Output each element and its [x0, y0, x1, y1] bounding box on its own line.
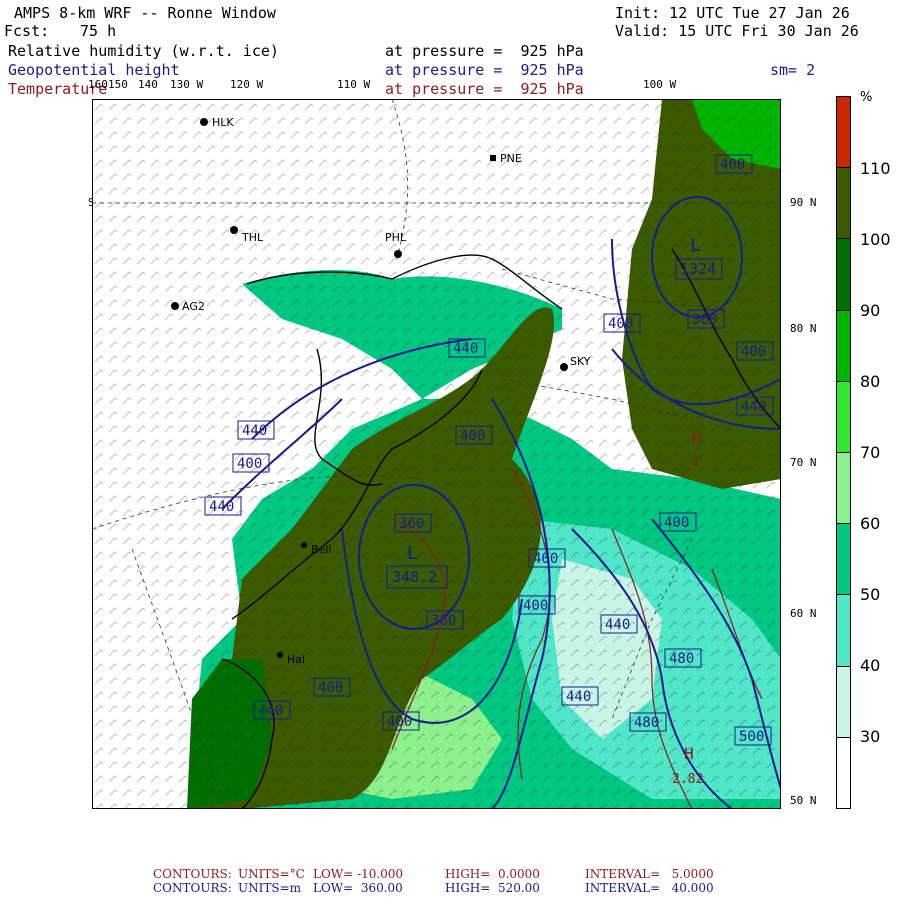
colorbar-segment [836, 452, 851, 525]
svg-text:Bell: Bell [311, 543, 331, 556]
forecast-hour: 75 h [80, 22, 117, 40]
field-relative-humidity: Relative humidity (w.r.t. ice) [8, 42, 279, 60]
lat-tick: 50 N [790, 794, 817, 807]
svg-text:-1: -1 [684, 454, 700, 469]
lon-tick: 110 W [337, 78, 371, 91]
lat-tick: 60 N [790, 607, 817, 620]
colorbar-label: 60 [860, 514, 881, 533]
svg-text:360: 360 [431, 613, 456, 629]
lon-tick: 150 [108, 78, 128, 91]
colorbar [836, 96, 851, 809]
height-contours-units: UNITS=m [238, 881, 302, 895]
colorbar-label: 90 [860, 301, 881, 320]
svg-text:L: L [407, 543, 418, 564]
svg-text:HLK: HLK [212, 116, 234, 129]
svg-text:PHL: PHL [385, 231, 407, 244]
colorbar-label: 50 [860, 585, 881, 604]
lon-tick: 100 W [643, 78, 677, 91]
svg-text:H: H [692, 429, 702, 448]
plot-title: AMPS 8-km WRF -- Ronne Window [14, 4, 276, 22]
svg-text:440: 440 [605, 617, 630, 633]
svg-text:400: 400 [720, 157, 745, 173]
svg-text:THL: THL [241, 231, 264, 244]
svg-text:400: 400 [664, 515, 689, 531]
svg-text:400: 400 [741, 344, 766, 360]
valid-time: Valid: 15 UTC Fri 30 Jan 26 [615, 22, 859, 40]
svg-text:440: 440 [258, 703, 283, 719]
svg-text:400: 400 [237, 456, 262, 472]
svg-text:400: 400 [318, 680, 343, 696]
init-time: Init: 12 UTC Tue 27 Jan 26 [615, 4, 850, 22]
lat-tick: 90 N [790, 196, 817, 209]
colorbar-segment [836, 665, 851, 738]
svg-text:500: 500 [739, 729, 764, 745]
field-geopotential-height: Geopotential height [8, 61, 180, 79]
svg-text:440: 440 [566, 689, 591, 705]
lon-tick: 130 W [170, 78, 204, 91]
svg-text:440: 440 [242, 423, 267, 439]
svg-text:348.2: 348.2 [392, 568, 437, 586]
pressure-temperature: at pressure = 925 hPa [385, 80, 584, 98]
svg-text:360: 360 [692, 312, 717, 328]
svg-text:480: 480 [669, 651, 694, 667]
lat-tick: 70 N [790, 456, 817, 469]
map-panel: 400 360 400 400 440 440 440 400 440 400 … [92, 99, 781, 809]
svg-text:400: 400 [533, 551, 558, 567]
colorbar-segment [836, 380, 851, 453]
colorbar-segment [836, 523, 851, 596]
svg-text:L: L [690, 235, 701, 256]
lon-tick: 120 W [230, 78, 264, 91]
colorbar-label: 80 [860, 372, 881, 391]
svg-text:H: H [684, 744, 694, 763]
svg-text:AG2: AG2 [182, 300, 205, 313]
height-contours-label: CONTOURS: [153, 881, 232, 895]
pressure-height: at pressure = 925 hPa [385, 61, 584, 79]
colorbar-segment [836, 594, 851, 667]
colorbar-unit: % [860, 90, 873, 105]
svg-text:1324: 1324 [680, 260, 716, 278]
smoothing-value: sm= 2 [770, 61, 816, 79]
colorbar-segment [836, 309, 851, 382]
colorbar-label: 30 [860, 727, 881, 746]
svg-text:360: 360 [399, 516, 424, 532]
temp-contours-low: LOW= -10.000 [313, 867, 404, 881]
svg-text:400: 400 [523, 598, 548, 614]
colorbar-label: 70 [860, 443, 881, 462]
pressure-rh: at pressure = 925 hPa [385, 42, 584, 60]
forecast-label: Fcst: [4, 22, 50, 40]
colorbar-label: 100 [860, 230, 891, 249]
colorbar-label: 110 [860, 159, 891, 178]
temp-contours-interval: INTERVAL= 5.0000 [585, 867, 714, 881]
lon-tick: 160 [88, 78, 108, 91]
svg-text:PNE: PNE [500, 152, 522, 165]
svg-text:480: 480 [634, 715, 659, 731]
colorbar-segment [836, 238, 851, 311]
lat-tick: 80 N [790, 322, 817, 335]
svg-text:440: 440 [741, 399, 766, 415]
svg-text:440: 440 [453, 341, 478, 357]
wind-barbs [92, 99, 781, 809]
colorbar-segment [836, 167, 851, 240]
svg-text:400: 400 [460, 428, 485, 444]
colorbar-segment [836, 96, 851, 169]
svg-text:2.82: 2.82 [672, 772, 703, 787]
svg-text:Hal: Hal [287, 653, 305, 666]
svg-text:400: 400 [608, 316, 633, 332]
temp-contours-high: HIGH= 0.0000 [445, 867, 540, 881]
height-contours-high: HIGH= 520.00 [445, 881, 540, 895]
map-svg: 400 360 400 400 440 440 440 400 440 400 … [92, 99, 781, 809]
svg-text:400: 400 [387, 714, 412, 730]
lon-tick: 140 [138, 78, 158, 91]
svg-text:440: 440 [209, 499, 234, 515]
height-contours-interval: INTERVAL= 40.000 [585, 881, 714, 895]
height-contours-low: LOW= 360.00 [313, 881, 403, 895]
svg-text:SKY: SKY [570, 355, 591, 368]
colorbar-label: 40 [860, 656, 881, 675]
temp-contours-label: CONTOURS: [153, 867, 232, 881]
temp-contours-units: UNITS=°C [238, 867, 305, 881]
colorbar-segment [836, 736, 851, 809]
